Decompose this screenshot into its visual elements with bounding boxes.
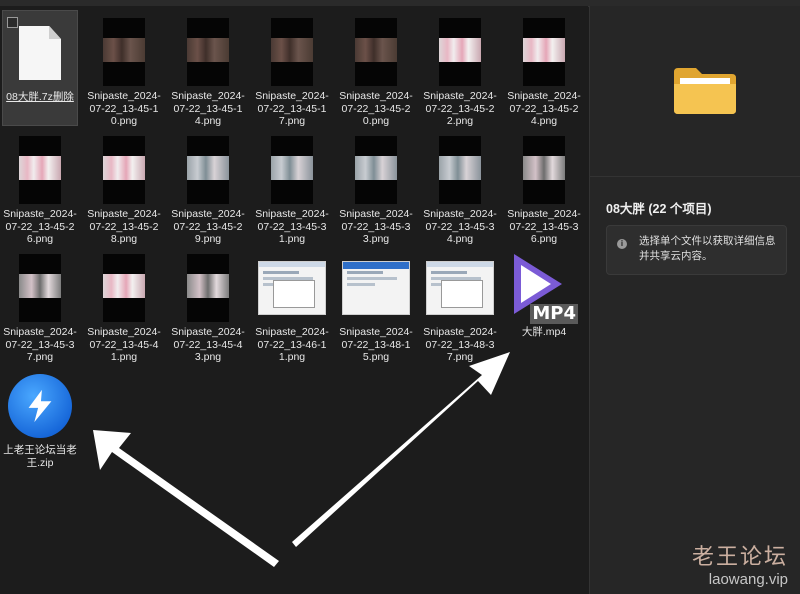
file-name: Snipaste_2024-07-22_13-45-34.png	[423, 208, 497, 245]
file-name: Snipaste_2024-07-22_13-45-29.png	[171, 208, 245, 245]
details-title: 08大胖 (22 个项目)	[606, 202, 712, 216]
file-name: Snipaste_2024-07-22_13-45-41.png	[87, 326, 161, 363]
file-item[interactable]: Snipaste_2024-07-22_13-45-24.png	[506, 10, 582, 127]
file-item[interactable]: Snipaste_2024-07-22_13-45-41.png	[86, 246, 162, 363]
file-item[interactable]: Snipaste_2024-07-22_13-45-34.png	[422, 128, 498, 245]
file-name: Snipaste_2024-07-22_13-45-33.png	[339, 208, 413, 245]
image-thumbnail	[342, 16, 410, 88]
file-name: Snipaste_2024-07-22_13-45-10.png	[87, 90, 161, 127]
mp4-badge: MP4	[530, 303, 578, 324]
image-thumbnail	[510, 134, 578, 206]
details-info-box: i 选择单个文件以获取详细信息并共享云内容。	[606, 225, 787, 275]
file-item[interactable]: Snipaste_2024-07-22_13-45-36.png	[506, 128, 582, 245]
file-item[interactable]: Snipaste_2024-07-22_13-45-17.png	[254, 10, 330, 127]
file-item[interactable]: Snipaste_2024-07-22_13-48-15.png	[338, 246, 414, 363]
image-thumbnail	[426, 16, 494, 88]
watermark-url: laowang.vip	[708, 571, 788, 588]
file-item[interactable]: 上老王论坛当老王.zip	[2, 364, 78, 480]
image-thumbnail	[90, 16, 158, 88]
image-thumbnail	[342, 134, 410, 206]
file-name: Snipaste_2024-07-22_13-45-43.png	[171, 326, 245, 363]
file-item[interactable]: Snipaste_2024-07-22_13-45-20.png	[338, 10, 414, 127]
details-info-text: 选择单个文件以获取详细信息并共享云内容。	[639, 235, 776, 262]
file-name: Snipaste_2024-07-22_13-45-22.png	[423, 90, 497, 127]
file-item[interactable]: 08大胖.7z删除	[2, 10, 78, 126]
video-file-icon: MP4	[510, 252, 578, 324]
file-item[interactable]: Snipaste_2024-07-22_13-45-33.png	[338, 128, 414, 245]
image-thumbnail	[426, 134, 494, 206]
file-grid: 08大胖.7z删除 Snipaste_2024-07-22_13-45-10.pn…	[0, 6, 588, 594]
file-icon	[6, 17, 74, 89]
image-thumbnail	[174, 16, 242, 88]
file-name: Snipaste_2024-07-22_13-45-26.png	[3, 208, 77, 245]
zip-app-icon	[6, 370, 74, 442]
image-thumbnail	[342, 252, 410, 324]
file-name: Snipaste_2024-07-22_13-48-37.png	[423, 326, 497, 363]
image-thumbnail	[90, 134, 158, 206]
image-thumbnail	[174, 134, 242, 206]
file-name: Snipaste_2024-07-22_13-48-15.png	[339, 326, 413, 363]
image-thumbnail	[6, 134, 74, 206]
file-name: Snipaste_2024-07-22_13-45-36.png	[507, 208, 581, 245]
details-pane: 08大胖 (22 个项目) i 选择单个文件以获取详细信息并共享云内容。	[589, 6, 800, 594]
watermark-text: 老王论坛	[691, 545, 788, 570]
file-name: Snipaste_2024-07-22_13-45-28.png	[87, 208, 161, 245]
file-item[interactable]: Snipaste_2024-07-22_13-45-28.png	[86, 128, 162, 245]
pane-divider	[590, 176, 800, 177]
file-name: 大胖.mp4	[521, 326, 567, 338]
file-item[interactable]: Snipaste_2024-07-22_13-45-31.png	[254, 128, 330, 245]
file-name: Snipaste_2024-07-22_13-45-17.png	[255, 90, 329, 127]
image-thumbnail	[174, 252, 242, 324]
image-thumbnail	[258, 252, 326, 324]
file-item[interactable]: Snipaste_2024-07-22_13-45-37.png	[2, 246, 78, 363]
image-thumbnail	[258, 16, 326, 88]
file-item[interactable]: MP4 大胖.mp4	[506, 246, 582, 362]
image-thumbnail	[426, 252, 494, 324]
file-name: 上老王论坛当老王.zip	[3, 444, 77, 469]
info-icon: i	[617, 239, 627, 249]
image-thumbnail	[510, 16, 578, 88]
file-item[interactable]: Snipaste_2024-07-22_13-45-22.png	[422, 10, 498, 127]
file-name: Snipaste_2024-07-22_13-46-11.png	[255, 326, 329, 363]
file-name: Snipaste_2024-07-22_13-45-14.png	[171, 90, 245, 127]
file-item[interactable]: Snipaste_2024-07-22_13-45-26.png	[2, 128, 78, 245]
file-item[interactable]: Snipaste_2024-07-22_13-45-10.png	[86, 10, 162, 127]
image-thumbnail	[90, 252, 158, 324]
file-name: Snipaste_2024-07-22_13-45-31.png	[255, 208, 329, 245]
file-name: 08大胖.7z删除	[6, 91, 74, 103]
image-thumbnail	[258, 134, 326, 206]
watermark: 老王论坛 laowang.vip	[692, 539, 788, 588]
file-item[interactable]: Snipaste_2024-07-22_13-45-29.png	[170, 128, 246, 245]
file-name: Snipaste_2024-07-22_13-45-20.png	[339, 90, 413, 127]
file-item[interactable]: Snipaste_2024-07-22_13-46-11.png	[254, 246, 330, 363]
file-item[interactable]: Snipaste_2024-07-22_13-48-37.png	[422, 246, 498, 363]
image-thumbnail	[6, 252, 74, 324]
file-name: Snipaste_2024-07-22_13-45-37.png	[3, 326, 77, 363]
file-item[interactable]: Snipaste_2024-07-22_13-45-43.png	[170, 246, 246, 363]
file-item[interactable]: Snipaste_2024-07-22_13-45-14.png	[170, 10, 246, 127]
folder-icon	[672, 64, 738, 116]
file-name: Snipaste_2024-07-22_13-45-24.png	[507, 90, 581, 127]
